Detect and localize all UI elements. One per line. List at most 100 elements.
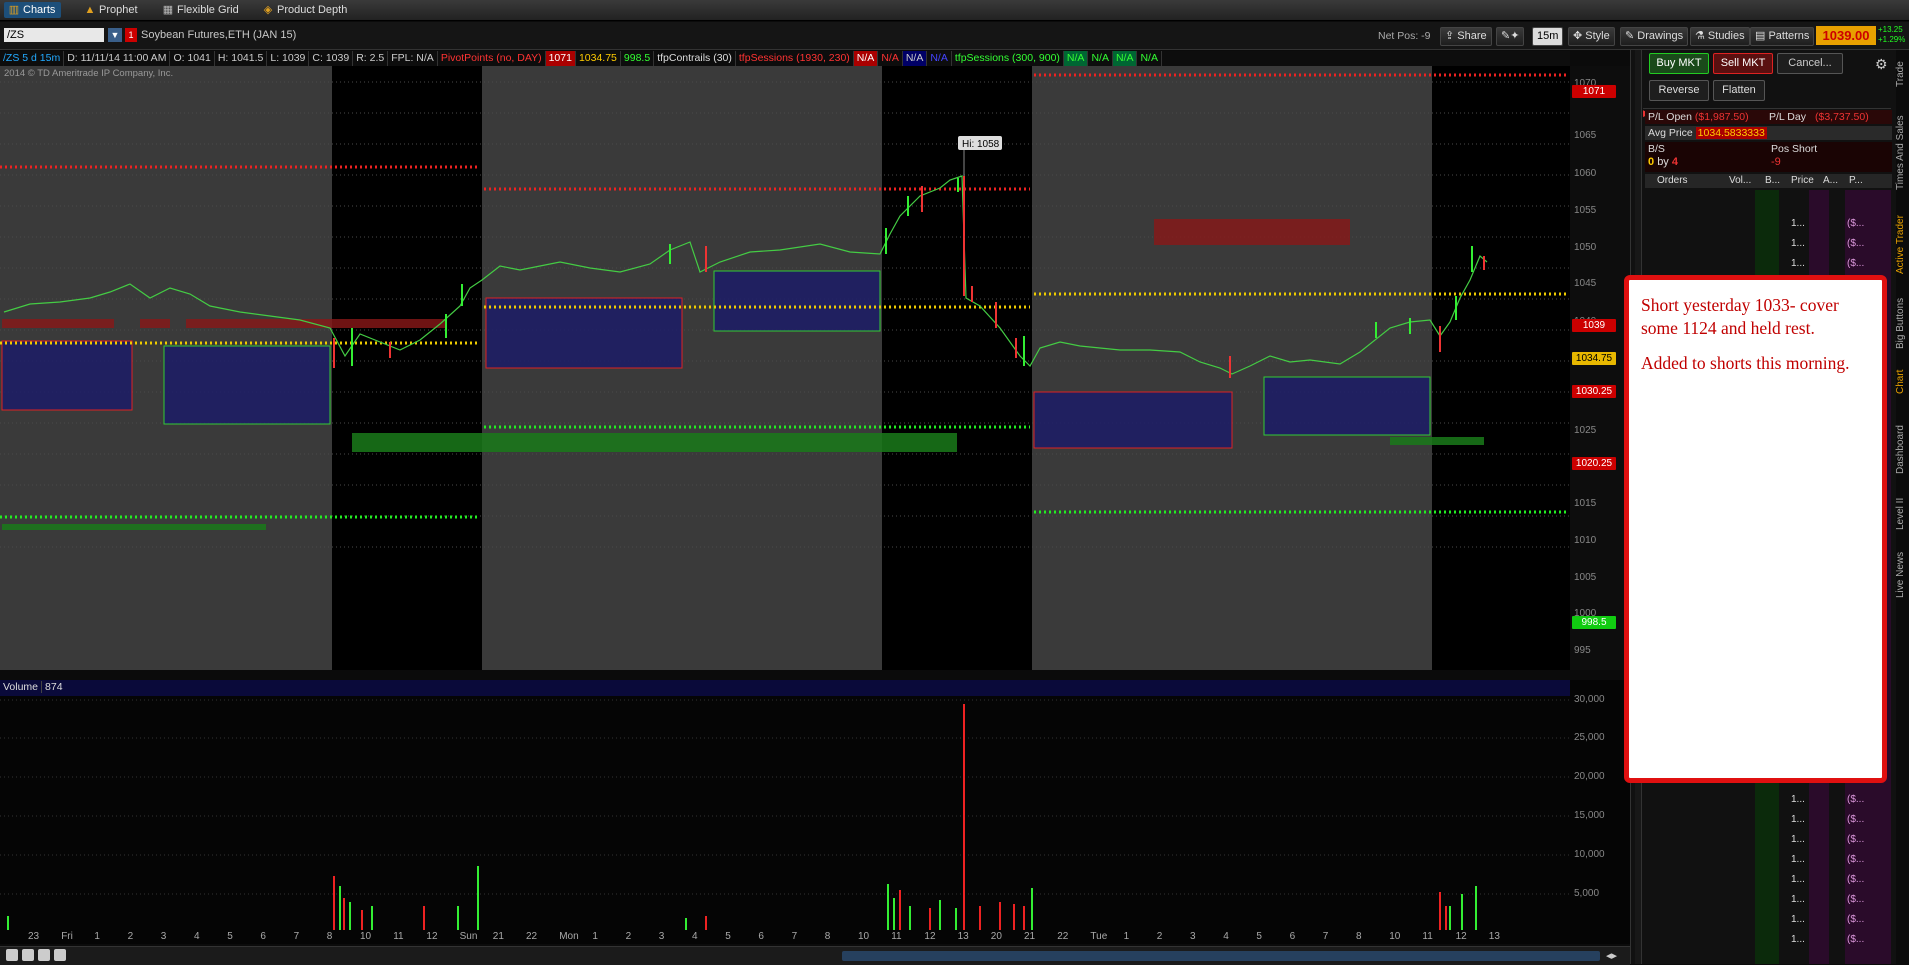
ladder-price[interactable]: 1... — [1791, 834, 1805, 845]
bar-date: D: 11/11/14 11:00 AM — [64, 51, 171, 66]
pencil-icon: ✎ — [1625, 30, 1638, 42]
side-tab-chart[interactable]: Chart — [1895, 362, 1909, 402]
tools-button[interactable]: ✎✦ — [1496, 27, 1525, 46]
ladder-price[interactable]: 1... — [1791, 238, 1805, 249]
drawings-button[interactable]: ✎ Drawings — [1620, 27, 1689, 46]
ladder-pl: ($... — [1847, 814, 1865, 825]
cancel-button[interactable]: Cancel... — [1777, 53, 1843, 74]
side-tab-times-and-sales[interactable]: Times And Sales — [1895, 105, 1909, 200]
zoom-fit-icon[interactable] — [22, 949, 34, 961]
side-tab-live-news[interactable]: Live News — [1895, 545, 1909, 605]
percent-change: +1.29% — [1878, 35, 1906, 44]
price-label-998: 998.5 — [1572, 616, 1616, 629]
pl-day-value: ($3,737.50) — [1815, 111, 1869, 123]
annotation-note: Short yesterday 1033- cover some 1124 an… — [1624, 275, 1887, 783]
ladder-pl: ($... — [1847, 794, 1865, 805]
y-tick: 1050 — [1574, 242, 1597, 253]
x-tick: 7 — [1322, 931, 1329, 942]
zoom-in-icon[interactable] — [6, 949, 18, 961]
tab-flexible-grid[interactable]: ▦ Flexible Grid — [158, 2, 245, 18]
ladder-price[interactable]: 1... — [1791, 794, 1805, 805]
x-tick: Fri — [61, 931, 73, 942]
net-change: +13.25 — [1878, 25, 1903, 34]
study-sessions-1[interactable]: tfpSessions (1930, 230) — [736, 51, 854, 66]
x-tick: 23 — [28, 931, 40, 942]
scroll-arrows-icon[interactable]: ◂▸ — [1606, 949, 1617, 962]
reverse-button[interactable]: Reverse — [1649, 80, 1709, 101]
y-tick: 1010 — [1574, 535, 1597, 546]
col-bid[interactable]: B... — [1765, 174, 1780, 188]
volume-tick: 10,000 — [1574, 849, 1605, 860]
symbol-toolbar: /ZS ▼ 1 Soybean Futures,ETH (JAN 15) Net… — [0, 22, 1909, 50]
share-button[interactable]: ⇪ Share — [1440, 27, 1492, 46]
x-tick: Mon — [559, 931, 579, 942]
patterns-icon: ▤ — [1755, 30, 1769, 42]
x-tick: 3 — [160, 931, 167, 942]
zoom-out-icon[interactable] — [38, 949, 50, 961]
buy-mkt-button[interactable]: Buy MKT — [1649, 53, 1709, 74]
y-tick: 1015 — [1574, 498, 1597, 509]
horizontal-scrollbar[interactable] — [842, 951, 1600, 961]
pivot-r1: 1071 — [545, 51, 576, 66]
col-pl[interactable]: P... — [1849, 174, 1863, 188]
flatten-button[interactable]: Flatten — [1713, 80, 1765, 101]
col-volume[interactable]: Vol... — [1729, 174, 1751, 188]
symbol-description: Soybean Futures,ETH (JAN 15) — [141, 29, 297, 41]
forward-icon[interactable] — [54, 949, 66, 961]
ladder-price[interactable]: 1... — [1791, 814, 1805, 825]
col-orders[interactable]: Orders — [1657, 174, 1688, 188]
study-pivotpoints[interactable]: PivotPoints (no, DAY) — [438, 51, 546, 66]
ladder-price[interactable]: 1... — [1791, 934, 1805, 945]
study-sessions-2[interactable]: tfpSessions (300, 900) — [952, 51, 1064, 66]
ladder-pl: ($... — [1847, 874, 1865, 885]
symbol-input[interactable]: /ZS — [4, 28, 104, 42]
volume-tick: 30,000 — [1574, 694, 1605, 705]
style-button[interactable]: ✥ Style — [1568, 27, 1615, 46]
x-tick: 1 — [592, 931, 598, 942]
pl-row: P/L Open ($1,987.50) P/L Day ($3,737.50) — [1645, 110, 1892, 124]
side-tab-dashboard[interactable]: Dashboard — [1895, 415, 1909, 485]
tab-product-depth[interactable]: ◈ Product Depth — [258, 2, 353, 18]
tab-prophet[interactable]: ▲ Prophet — [80, 2, 144, 18]
ladder-price[interactable]: 1... — [1791, 894, 1805, 905]
price-chart[interactable]: Hi: 1058 2014 © TD Ameritrade IP Company… — [0, 66, 1570, 670]
volume-pane[interactable] — [0, 680, 1570, 944]
study-contrails[interactable]: tfpContrails (30) — [654, 51, 736, 66]
pos-label: Pos Short — [1771, 143, 1818, 155]
y-tick: 1025 — [1574, 425, 1597, 436]
gear-icon[interactable]: ⚙ — [1875, 56, 1888, 73]
tab-charts[interactable]: ▥ Charts — [4, 2, 62, 18]
ladder-price[interactable]: 1... — [1791, 218, 1805, 229]
ladder-price[interactable]: 1... — [1791, 258, 1805, 269]
col-ask[interactable]: A... — [1823, 174, 1838, 188]
studies-button[interactable]: ⚗ Studies — [1690, 27, 1750, 46]
bs-by: by — [1657, 156, 1669, 168]
sell-mkt-button[interactable]: Sell MKT — [1713, 53, 1773, 74]
na-value: N/A — [1063, 51, 1089, 66]
x-tick: 13 — [957, 931, 969, 942]
na-value: N/A — [853, 51, 879, 66]
side-tab-active-trader[interactable]: Active Trader — [1895, 205, 1909, 285]
price-label-pivot: 1034.75 — [1572, 352, 1616, 365]
x-tick: 5 — [1256, 931, 1262, 942]
symbol-dropdown-icon[interactable]: ▼ — [108, 28, 122, 42]
interval-button[interactable]: 15m — [1532, 27, 1564, 46]
side-tab-level-ii[interactable]: Level II — [1895, 490, 1909, 538]
note-line-2: Added to shorts this morning. — [1641, 353, 1850, 373]
side-tab-big-buttons[interactable]: Big Buttons — [1895, 290, 1909, 356]
x-tick: 3 — [658, 931, 665, 942]
link-icon[interactable]: 1 — [125, 28, 137, 42]
volume-tick: 5,000 — [1574, 888, 1600, 899]
side-tab-trade[interactable]: Trade — [1895, 50, 1909, 98]
na-value: N/A — [1137, 51, 1162, 66]
bar-range: R: 2.5 — [353, 51, 389, 66]
pl-open-value: ($1,987.50) — [1694, 111, 1749, 123]
ladder-price[interactable]: 1... — [1791, 874, 1805, 885]
note-line-1: Short yesterday 1033- cover some 1124 an… — [1641, 295, 1839, 338]
ladder-price[interactable]: 1... — [1791, 914, 1805, 925]
bs-label: B/S — [1648, 143, 1665, 155]
bar-close: C: 1039 — [309, 51, 354, 66]
col-price[interactable]: Price — [1791, 174, 1814, 188]
patterns-button[interactable]: ▤ Patterns — [1750, 27, 1815, 46]
ladder-price[interactable]: 1... — [1791, 854, 1805, 865]
